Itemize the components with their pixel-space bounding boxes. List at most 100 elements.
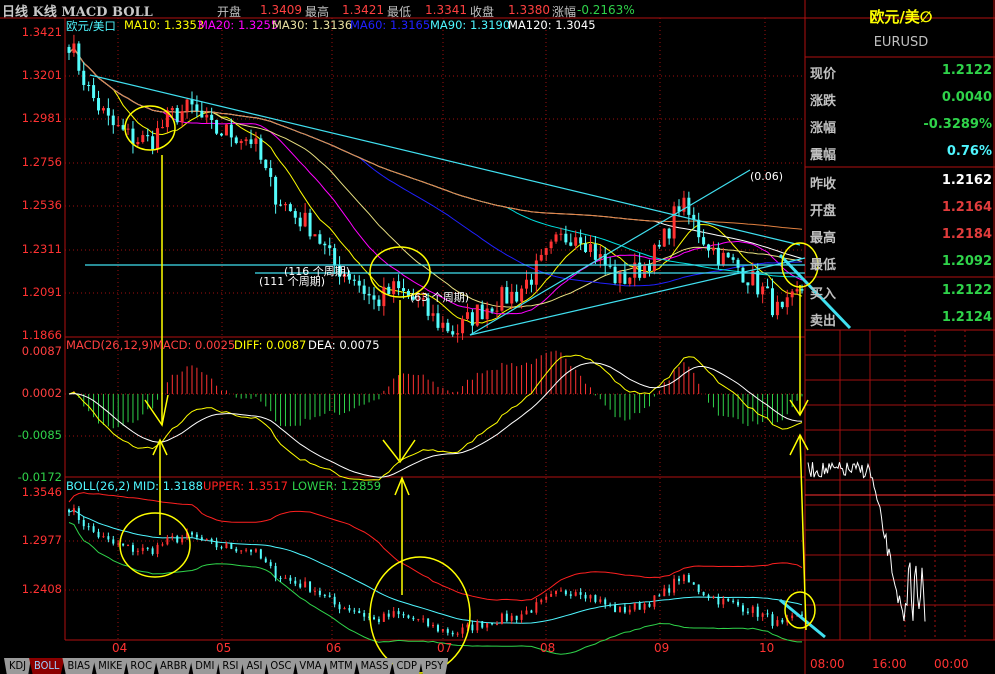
boll-bar xyxy=(609,604,612,606)
candle xyxy=(101,108,105,111)
quote-code: EURUSD xyxy=(873,35,929,50)
boll-bar xyxy=(269,562,272,566)
boll-bar xyxy=(555,590,558,594)
boll-bar xyxy=(471,624,474,631)
legend-ma60: MA60: 1.3165 xyxy=(350,18,431,32)
candle xyxy=(372,295,376,300)
boll-bar xyxy=(318,590,321,595)
boll-bar xyxy=(171,536,174,538)
tab-mass[interactable]: MASS xyxy=(355,658,394,674)
boll-bar xyxy=(289,577,292,581)
boll-bar xyxy=(545,596,548,600)
candle xyxy=(554,234,558,242)
boll-bar xyxy=(495,623,498,625)
candle xyxy=(436,313,440,328)
tab-roc[interactable]: ROC xyxy=(125,658,157,674)
candle xyxy=(293,211,297,218)
boll-bar xyxy=(220,547,223,549)
boll-bar xyxy=(678,578,681,582)
legend-ma20: MA20: 1.3255 xyxy=(198,18,279,32)
candle xyxy=(313,234,317,237)
boll-bar xyxy=(328,595,331,597)
ma90-line xyxy=(68,47,803,278)
tab-boll[interactable]: BOLL xyxy=(29,658,65,674)
candle xyxy=(446,322,450,332)
boll-bar xyxy=(663,588,666,597)
quote-value: -0.3289% xyxy=(923,117,992,132)
legend-ma30: MA30: 1.3136 xyxy=(272,18,353,32)
boll-bar xyxy=(791,615,794,619)
candle xyxy=(185,99,189,112)
candle xyxy=(569,242,573,246)
boll-bar xyxy=(530,610,533,613)
boll-bar xyxy=(304,581,307,588)
candle xyxy=(790,291,794,298)
candle xyxy=(549,241,553,249)
candle xyxy=(461,318,465,334)
candle xyxy=(239,141,243,144)
candle xyxy=(170,108,174,111)
tab-mike[interactable]: MIKE xyxy=(93,658,128,674)
tab-vma[interactable]: VMA xyxy=(294,658,327,674)
boll-bar xyxy=(122,543,125,546)
boll-lower-line xyxy=(68,522,802,655)
candle xyxy=(662,228,666,247)
boll-bar xyxy=(190,532,193,535)
candle xyxy=(146,135,150,137)
candle xyxy=(195,104,199,111)
quote-value: 1.2122 xyxy=(941,283,992,298)
tab-asi[interactable]: ASI xyxy=(241,658,268,674)
tab-cdp[interactable]: CDP xyxy=(391,658,423,674)
candle xyxy=(367,293,371,296)
boll-bar xyxy=(284,577,287,579)
boll-bar xyxy=(746,611,749,613)
tab-rsi[interactable]: RSI xyxy=(217,658,244,674)
boll-bar xyxy=(107,536,110,540)
quote-row-8: 买入 1.2122 xyxy=(808,278,994,305)
boll-bar xyxy=(141,547,144,551)
tab-mtm[interactable]: MTM xyxy=(324,658,358,674)
price-axis-label: 1.2091 xyxy=(21,285,62,299)
candle xyxy=(106,108,110,116)
quote-row-2: 涨幅 -0.3289% xyxy=(808,112,994,139)
candle xyxy=(67,46,71,53)
candle xyxy=(451,331,455,335)
boll-bar xyxy=(491,622,494,625)
candle xyxy=(657,244,661,247)
boll-bar xyxy=(653,595,656,607)
boll-bar xyxy=(520,614,523,620)
quote-value: 1.2162 xyxy=(941,173,992,188)
candlesticks xyxy=(67,34,804,638)
candle xyxy=(190,99,194,105)
candle xyxy=(770,288,774,316)
tab-arbr[interactable]: ARBR xyxy=(154,658,193,674)
candle xyxy=(711,247,715,251)
candle xyxy=(475,304,479,326)
tab-kdj[interactable]: KDJ xyxy=(4,658,32,674)
boll-bar xyxy=(215,541,218,548)
tab-osc[interactable]: OSC xyxy=(265,658,297,674)
boll-bar xyxy=(623,606,626,613)
boll-bar xyxy=(550,593,553,597)
boll-bar xyxy=(717,596,720,605)
boll-bar xyxy=(181,537,184,543)
candle xyxy=(377,299,381,307)
diff-line xyxy=(68,354,803,481)
candle xyxy=(254,138,258,144)
candle xyxy=(574,237,578,246)
tab-bias[interactable]: BIAS xyxy=(62,658,96,674)
price-axis-label: 1.3421 xyxy=(21,25,62,39)
macd-histogram xyxy=(73,350,803,429)
quote-row-4: 昨收 1.2162 xyxy=(808,168,994,195)
quote-label: 涨幅 xyxy=(810,121,837,136)
candle xyxy=(544,248,548,255)
candle xyxy=(539,254,543,261)
price-axis-label: 1.2536 xyxy=(21,198,62,212)
boll-bar xyxy=(771,614,774,626)
tab-dmi[interactable]: DMI xyxy=(190,658,220,674)
candle xyxy=(495,310,499,312)
quote-row-7: 最低 1.2092 xyxy=(808,249,994,276)
ma30-line xyxy=(68,47,803,308)
tab-psy[interactable]: PSY xyxy=(420,658,449,674)
boll-bar xyxy=(432,625,435,627)
